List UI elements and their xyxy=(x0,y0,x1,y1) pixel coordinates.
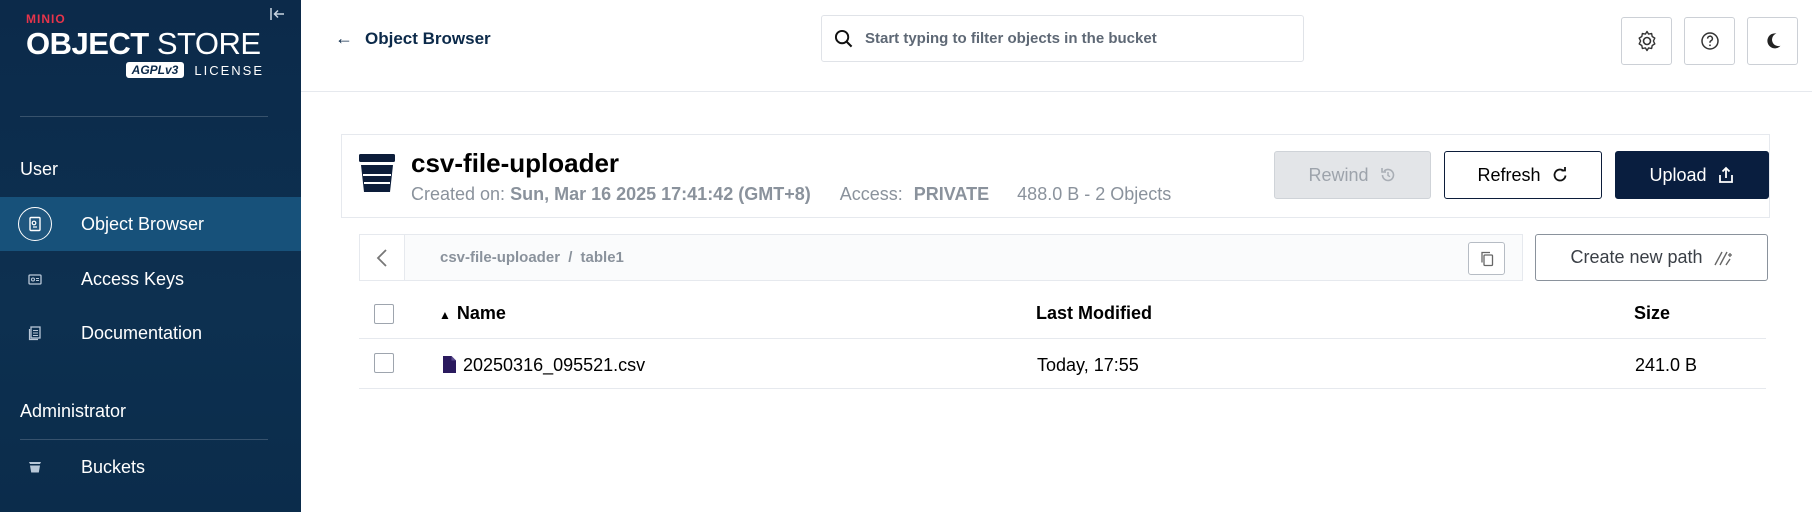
new-path-icon xyxy=(1713,251,1732,265)
copy-icon xyxy=(1480,251,1493,266)
back-label: Object Browser xyxy=(365,28,491,48)
bucket-icon xyxy=(358,153,396,198)
breadcrumb: csv-file-uploader / table1 xyxy=(440,249,624,266)
select-all-checkbox[interactable] xyxy=(374,304,394,324)
sort-ascending-icon: ▲ xyxy=(439,308,451,322)
rewind-button[interactable]: Rewind xyxy=(1274,151,1431,199)
moon-icon xyxy=(1766,33,1780,49)
bucket-summary: 488.0 B - 2 Objects xyxy=(1017,184,1172,204)
refresh-label: Refresh xyxy=(1477,164,1541,185)
access-value: PRIVATE xyxy=(913,184,990,204)
file-icon xyxy=(443,356,456,373)
objects-table: ▲ Name Last Modified Size 20250316_095521… xyxy=(359,290,1766,389)
brand-title: OBJECT STORE xyxy=(26,28,264,60)
upload-icon xyxy=(1718,166,1733,183)
sidebar-item-label: Access Keys xyxy=(81,268,185,289)
path-back-button[interactable] xyxy=(360,235,405,280)
refresh-icon xyxy=(1553,167,1566,182)
file-name: 20250316_095521.csv xyxy=(463,355,646,375)
created-label: Created on: xyxy=(411,184,506,204)
breadcrumb-bucket[interactable]: csv-file-uploader xyxy=(440,249,560,266)
buckets-icon xyxy=(18,450,52,484)
refresh-button[interactable]: Refresh xyxy=(1444,151,1602,199)
agpl-badge: AGPLv3 xyxy=(125,62,185,78)
help-icon xyxy=(1700,32,1719,50)
collapse-sidebar-icon[interactable] xyxy=(268,4,288,24)
brand-title-light: STORE xyxy=(156,26,261,61)
top-bar: ← Object Browser xyxy=(301,0,1812,92)
access-keys-icon xyxy=(18,262,52,296)
search-input[interactable] xyxy=(865,30,1285,47)
row-checkbox[interactable] xyxy=(374,353,394,373)
column-header-last-modified[interactable]: Last Modified xyxy=(1036,303,1152,324)
documentation-icon xyxy=(18,316,52,350)
brand-license-row: AGPLv3 LICENSE xyxy=(26,62,264,78)
table-header: ▲ Name Last Modified Size xyxy=(359,290,1766,339)
search-box xyxy=(821,15,1304,62)
file-name-cell[interactable]: 20250316_095521.csv xyxy=(442,355,645,376)
back-to-object-browser[interactable]: ← Object Browser xyxy=(335,28,491,49)
license-label: LICENSE xyxy=(194,62,264,78)
breadcrumb-separator: / xyxy=(568,249,573,266)
column-name-label: Name xyxy=(456,303,506,323)
column-header-size[interactable]: Size xyxy=(1634,303,1670,324)
bucket-meta: Created on: Sun, Mar 16 2025 17:41:42 (G… xyxy=(411,184,1171,205)
settings-button[interactable] xyxy=(1621,17,1672,65)
copy-path-button[interactable] xyxy=(1468,242,1505,275)
brand-minio: MINIO xyxy=(26,12,66,26)
sidebar: MINIO OBJECT STORE AGPLv3 LICENSE User O… xyxy=(0,0,301,512)
gear-icon xyxy=(1638,30,1655,52)
object-browser-icon xyxy=(18,207,52,241)
chevron-left-icon xyxy=(376,248,387,267)
sidebar-section-user: User xyxy=(20,159,59,179)
sidebar-item-label: Documentation xyxy=(81,322,203,343)
create-new-path-button[interactable]: Create new path xyxy=(1535,234,1768,281)
sidebar-item-documentation[interactable]: Documentation xyxy=(0,306,301,360)
brand-title-bold: OBJECT xyxy=(26,26,149,61)
column-header-name[interactable]: ▲ Name xyxy=(439,303,506,324)
path-breadcrumb-bar: csv-file-uploader / table1 xyxy=(359,234,1523,281)
rewind-label: Rewind xyxy=(1308,164,1369,185)
table-row[interactable]: 20250316_095521.csv Today, 17:55 241.0 B xyxy=(359,339,1766,389)
create-new-path-label: Create new path xyxy=(1570,247,1703,267)
bucket-name: csv-file-uploader xyxy=(411,148,620,178)
theme-toggle-button[interactable] xyxy=(1747,17,1798,65)
rewind-icon xyxy=(1380,168,1394,182)
size-cell: 241.0 B xyxy=(1635,355,1698,375)
sidebar-item-buckets[interactable]: Buckets xyxy=(0,440,301,494)
app-root: MINIO OBJECT STORE AGPLv3 LICENSE User O… xyxy=(0,0,1812,512)
bucket-header: csv-file-uploader Created on: Sun, Mar 1… xyxy=(341,134,1770,218)
sidebar-item-access-keys[interactable]: Access Keys xyxy=(0,252,301,306)
upload-button[interactable]: Upload xyxy=(1615,151,1769,199)
sidebar-item-label: Buckets xyxy=(81,456,146,477)
back-arrow-icon: ← xyxy=(335,28,353,48)
sidebar-item-object-browser[interactable]: Object Browser xyxy=(0,197,301,251)
help-button[interactable] xyxy=(1684,17,1735,65)
sidebar-item-label: Object Browser xyxy=(81,213,205,234)
last-modified-cell: Today, 17:55 xyxy=(1037,355,1139,375)
created-value: Sun, Mar 16 2025 17:41:42 (GMT+8) xyxy=(510,184,811,204)
breadcrumb-folder[interactable]: table1 xyxy=(581,249,624,266)
sidebar-section-administrator: Administrator xyxy=(20,401,127,421)
search-icon xyxy=(834,29,853,48)
brand-logo: MINIO OBJECT STORE AGPLv3 LICENSE xyxy=(26,12,264,78)
access-label: Access: xyxy=(839,184,903,204)
upload-label: Upload xyxy=(1649,164,1707,185)
sidebar-divider xyxy=(20,116,268,117)
